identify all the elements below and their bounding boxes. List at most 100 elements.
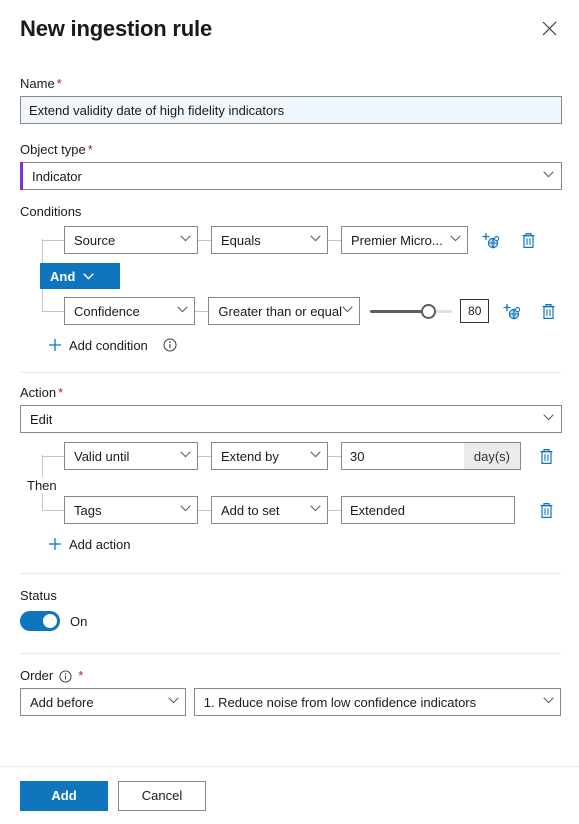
order-label: Order * — [20, 668, 561, 684]
delete-condition-button[interactable] — [515, 227, 541, 253]
slider-thumb[interactable] — [421, 304, 436, 319]
cancel-button[interactable]: Cancel — [118, 781, 206, 811]
name-label: Name* — [20, 76, 561, 92]
add-group-button[interactable] — [498, 298, 523, 324]
tree-connector — [42, 240, 64, 241]
plus-icon — [48, 338, 62, 352]
chevron-down-icon — [310, 235, 320, 245]
condition-operator-select[interactable]: Greater than or equal — [208, 297, 360, 325]
action-operator-select[interactable]: Add to set — [211, 496, 328, 524]
chevron-down-icon — [180, 505, 190, 515]
info-icon[interactable] — [59, 670, 72, 683]
action-row: Valid until Extend by 30 day(s) — [20, 441, 561, 471]
action-operator-select[interactable]: Extend by — [211, 442, 328, 470]
delete-icon — [539, 502, 554, 519]
add-button[interactable]: Add — [20, 781, 108, 811]
delete-icon — [539, 448, 554, 465]
action-value-input[interactable]: Extended — [341, 496, 515, 524]
chevron-down-icon — [310, 505, 320, 515]
object-type-select[interactable]: Indicator — [20, 162, 562, 190]
order-reference-select[interactable]: 1. Reduce noise from low confidence indi… — [194, 688, 561, 716]
chevron-down-icon — [342, 306, 352, 316]
required-asterisk: * — [88, 142, 93, 158]
object-type-label: Object type* — [20, 142, 561, 158]
panel-header: New ingestion rule — [0, 0, 579, 46]
action-group: Action* Edit — [20, 385, 561, 433]
delete-action-button[interactable] — [533, 497, 559, 523]
add-action-button[interactable]: Add action — [48, 533, 561, 555]
plus-icon — [48, 537, 62, 551]
delete-icon — [521, 232, 536, 249]
conditions-label: Conditions — [20, 204, 561, 219]
page-title: New ingestion rule — [20, 16, 212, 42]
add-action-label: Add action — [69, 537, 130, 552]
delete-icon — [541, 303, 556, 320]
action-row: Tags Add to set Extended — [20, 495, 561, 525]
tree-connector — [328, 456, 341, 457]
tree-connector — [42, 510, 64, 511]
chevron-down-icon — [180, 451, 190, 461]
logical-operator-label: And — [50, 269, 75, 284]
action-select[interactable]: Edit — [20, 405, 562, 433]
required-asterisk: * — [78, 668, 83, 684]
section-divider — [20, 573, 561, 574]
tree-connector — [198, 456, 211, 457]
object-type-group: Object type* Indicator — [20, 142, 561, 190]
add-group-button[interactable] — [477, 227, 503, 253]
close-icon — [542, 21, 557, 39]
required-asterisk: * — [58, 385, 63, 401]
delete-condition-button[interactable] — [536, 298, 561, 324]
slider-fill — [370, 310, 424, 313]
confidence-value-input[interactable]: 80 — [460, 299, 489, 323]
condition-row: Confidence Greater than or equal 80 — [20, 296, 561, 326]
section-divider — [20, 653, 561, 654]
status-toggle-row: On — [20, 611, 561, 631]
status-group: Status On — [20, 588, 561, 631]
order-row: Add before 1. Reduce noise from low conf… — [20, 688, 561, 716]
action-attribute-select[interactable]: Tags — [64, 496, 198, 524]
condition-attribute-select[interactable]: Source — [64, 226, 198, 254]
tree-connector — [42, 456, 64, 457]
then-label: Then — [27, 477, 57, 494]
chevron-down-icon — [180, 235, 190, 245]
chevron-down-icon — [310, 451, 320, 461]
tree-connector — [198, 240, 211, 241]
condition-row: Source Equals Premier Micro... — [20, 225, 561, 255]
action-label: Action* — [20, 385, 561, 401]
add-group-icon — [502, 302, 521, 321]
chevron-down-icon — [543, 171, 553, 181]
toggle-knob — [43, 614, 57, 628]
chevron-down-icon — [543, 414, 553, 424]
chevron-down-icon — [543, 697, 553, 707]
condition-operator-select[interactable]: Equals — [211, 226, 328, 254]
name-input[interactable]: Extend validity date of high fidelity in… — [20, 96, 562, 124]
status-label: Status — [20, 588, 561, 604]
add-condition-label: Add condition — [69, 338, 148, 353]
chevron-down-icon — [450, 235, 460, 245]
condition-value-select[interactable]: Premier Micro... — [341, 226, 468, 254]
object-type-value: Indicator — [32, 169, 82, 184]
panel-footer: Add Cancel — [0, 766, 579, 824]
tree-connector — [328, 510, 341, 511]
info-icon[interactable] — [163, 338, 177, 352]
section-divider — [20, 372, 561, 373]
order-position-select[interactable]: Add before — [20, 688, 186, 716]
required-asterisk: * — [57, 76, 62, 92]
add-group-icon — [481, 231, 500, 250]
condition-attribute-select[interactable]: Confidence — [64, 297, 195, 325]
confidence-slider[interactable] — [370, 297, 452, 325]
action-value: Edit — [30, 412, 52, 427]
logical-operator-select[interactable]: And — [40, 263, 120, 289]
action-attribute-select[interactable]: Valid until — [64, 442, 198, 470]
order-group: Order * Add before 1. Reduce noise from … — [20, 668, 561, 716]
action-value-suffix: day(s) — [464, 443, 520, 469]
tree-connector — [195, 311, 208, 312]
action-value-input[interactable]: 30 day(s) — [341, 442, 521, 470]
status-toggle[interactable] — [20, 611, 60, 631]
chevron-down-icon — [177, 306, 187, 316]
delete-action-button[interactable] — [533, 443, 559, 469]
add-condition-button[interactable]: Add condition — [48, 334, 561, 356]
close-button[interactable] — [533, 14, 565, 46]
name-field-group: Name* Extend validity date of high fidel… — [20, 76, 561, 124]
tree-connector — [42, 311, 64, 312]
